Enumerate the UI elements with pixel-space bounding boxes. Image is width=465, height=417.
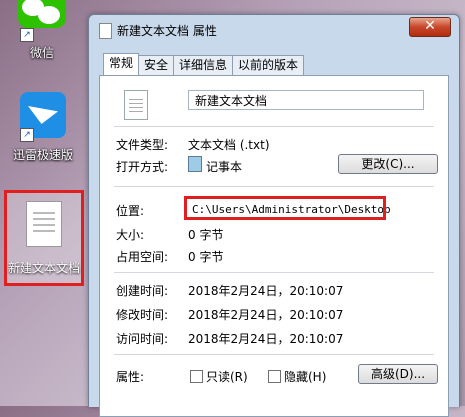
tab-strip: 常规 安全 详细信息 以前的版本	[103, 53, 305, 75]
accessed-label: 访问时间:	[116, 332, 169, 346]
window-title: 新建文本文档 属性	[117, 24, 217, 38]
accessed-value: 2018年2月24日，20:10:07	[188, 332, 344, 346]
text-document-icon	[26, 201, 62, 247]
modified-value: 2018年2月24日，20:10:07	[188, 308, 344, 322]
desktop-icon-xunlei[interactable]: ↗ 迅雷极速版	[10, 92, 76, 163]
divider	[114, 354, 434, 355]
divider	[114, 272, 434, 273]
title-bar[interactable]: 新建文本文档 属性 ✕	[89, 15, 459, 45]
created-value: 2018年2月24日，20:10:07	[188, 284, 344, 298]
shortcut-arrow-icon: ↗	[20, 128, 34, 142]
disk-size-label: 占用空间:	[116, 250, 169, 264]
file-type-value: 文本文档 (.txt)	[188, 138, 270, 152]
disk-size-value: 0 字节	[188, 250, 224, 264]
desktop-icon-wechat[interactable]: ↗ 微信	[14, 0, 70, 60]
hidden-checkbox[interactable]	[268, 370, 281, 383]
location-highlight-box	[184, 196, 386, 220]
open-with-label: 打开方式:	[116, 160, 169, 174]
hidden-label: 隐藏(H)	[284, 370, 327, 384]
modified-label: 修改时间:	[116, 308, 169, 322]
readonly-checkbox[interactable]	[190, 370, 203, 383]
file-name-input[interactable]	[188, 90, 424, 110]
desktop-icon-label: 微信	[29, 46, 54, 60]
desktop-icon-text-document-selected[interactable]: 新建文本文档	[4, 190, 84, 286]
size-label: 大小:	[116, 228, 145, 242]
created-label: 创建时间:	[116, 284, 169, 298]
location-label: 位置:	[116, 204, 145, 218]
file-type-label: 文件类型:	[116, 138, 169, 152]
tab-details[interactable]: 详细信息	[173, 55, 234, 75]
wechat-icon	[18, 0, 66, 28]
tab-general[interactable]: 常规	[103, 53, 140, 75]
notepad-icon	[188, 156, 202, 172]
size-value: 0 字节	[188, 228, 224, 242]
tab-security[interactable]: 安全	[138, 55, 175, 75]
text-document-icon	[124, 90, 148, 120]
readonly-label: 只读(R)	[206, 370, 248, 384]
attributes-label: 属性:	[116, 370, 145, 384]
divider	[114, 126, 434, 127]
open-with-value: 记事本	[206, 160, 243, 174]
change-button[interactable]: 更改(C)...	[338, 154, 438, 174]
close-button[interactable]: ✕	[409, 17, 451, 37]
shortcut-arrow-icon: ↗	[20, 28, 34, 42]
divider	[114, 186, 434, 187]
desktop-icon-label: 迅雷极速版	[12, 148, 73, 162]
desktop-icon-label: 新建文本文档	[7, 261, 80, 275]
document-icon	[99, 23, 112, 39]
advanced-button[interactable]: 高级(D)...	[358, 364, 438, 384]
tab-previous-versions[interactable]: 以前的版本	[232, 55, 305, 75]
properties-dialog: 新建文本文档 属性 ✕ 常规 安全 详细信息 以前的版本 文件类型: 文本文档 …	[88, 14, 460, 417]
general-tab-panel: 文件类型: 文本文档 (.txt) 打开方式: 记事本 更改(C)... 位置:…	[99, 75, 449, 417]
